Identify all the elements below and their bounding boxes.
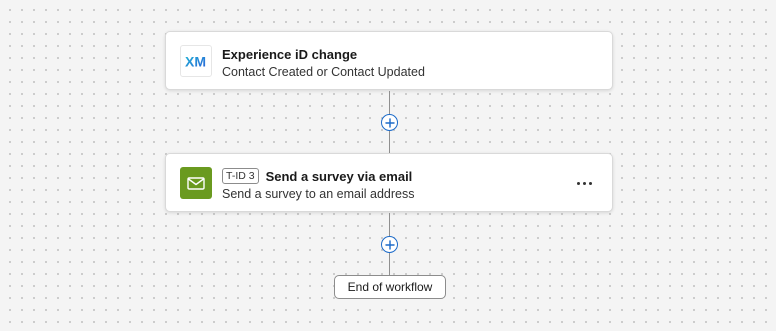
- add-step-button[interactable]: [381, 236, 398, 253]
- task-subtitle: Send a survey to an email address: [222, 187, 415, 201]
- trigger-subtitle: Contact Created or Contact Updated: [222, 65, 425, 79]
- task-title: Send a survey via email: [265, 168, 413, 184]
- envelope-glyph: [187, 176, 205, 190]
- more-horizontal-icon: [576, 181, 580, 185]
- add-step-button[interactable]: [381, 114, 398, 131]
- trigger-title: Experience iD change: [222, 46, 358, 62]
- xm-logo-glyph: XM: [185, 54, 206, 68]
- task-id-badge: T-ID 3: [222, 168, 259, 184]
- envelope-icon: [180, 167, 212, 199]
- workflow-canvas: XM Experience iD change Contact Created …: [0, 0, 776, 331]
- more-options-button[interactable]: [574, 174, 594, 192]
- task-card[interactable]: T-ID 3 Send a survey via email Send a su…: [165, 153, 613, 212]
- more-horizontal-icon: [582, 181, 586, 185]
- more-horizontal-icon: [588, 181, 592, 185]
- end-of-workflow-label: End of workflow: [334, 275, 446, 299]
- svg-text:XM: XM: [185, 54, 206, 68]
- task-title-row: T-ID 3 Send a survey via email: [222, 167, 412, 185]
- plus-circle-icon: [384, 239, 395, 250]
- xm-logo-icon: XM: [180, 45, 212, 77]
- trigger-card[interactable]: XM Experience iD change Contact Created …: [165, 31, 613, 90]
- plus-circle-icon: [384, 117, 395, 128]
- trigger-title-row: Experience iD change: [222, 45, 357, 63]
